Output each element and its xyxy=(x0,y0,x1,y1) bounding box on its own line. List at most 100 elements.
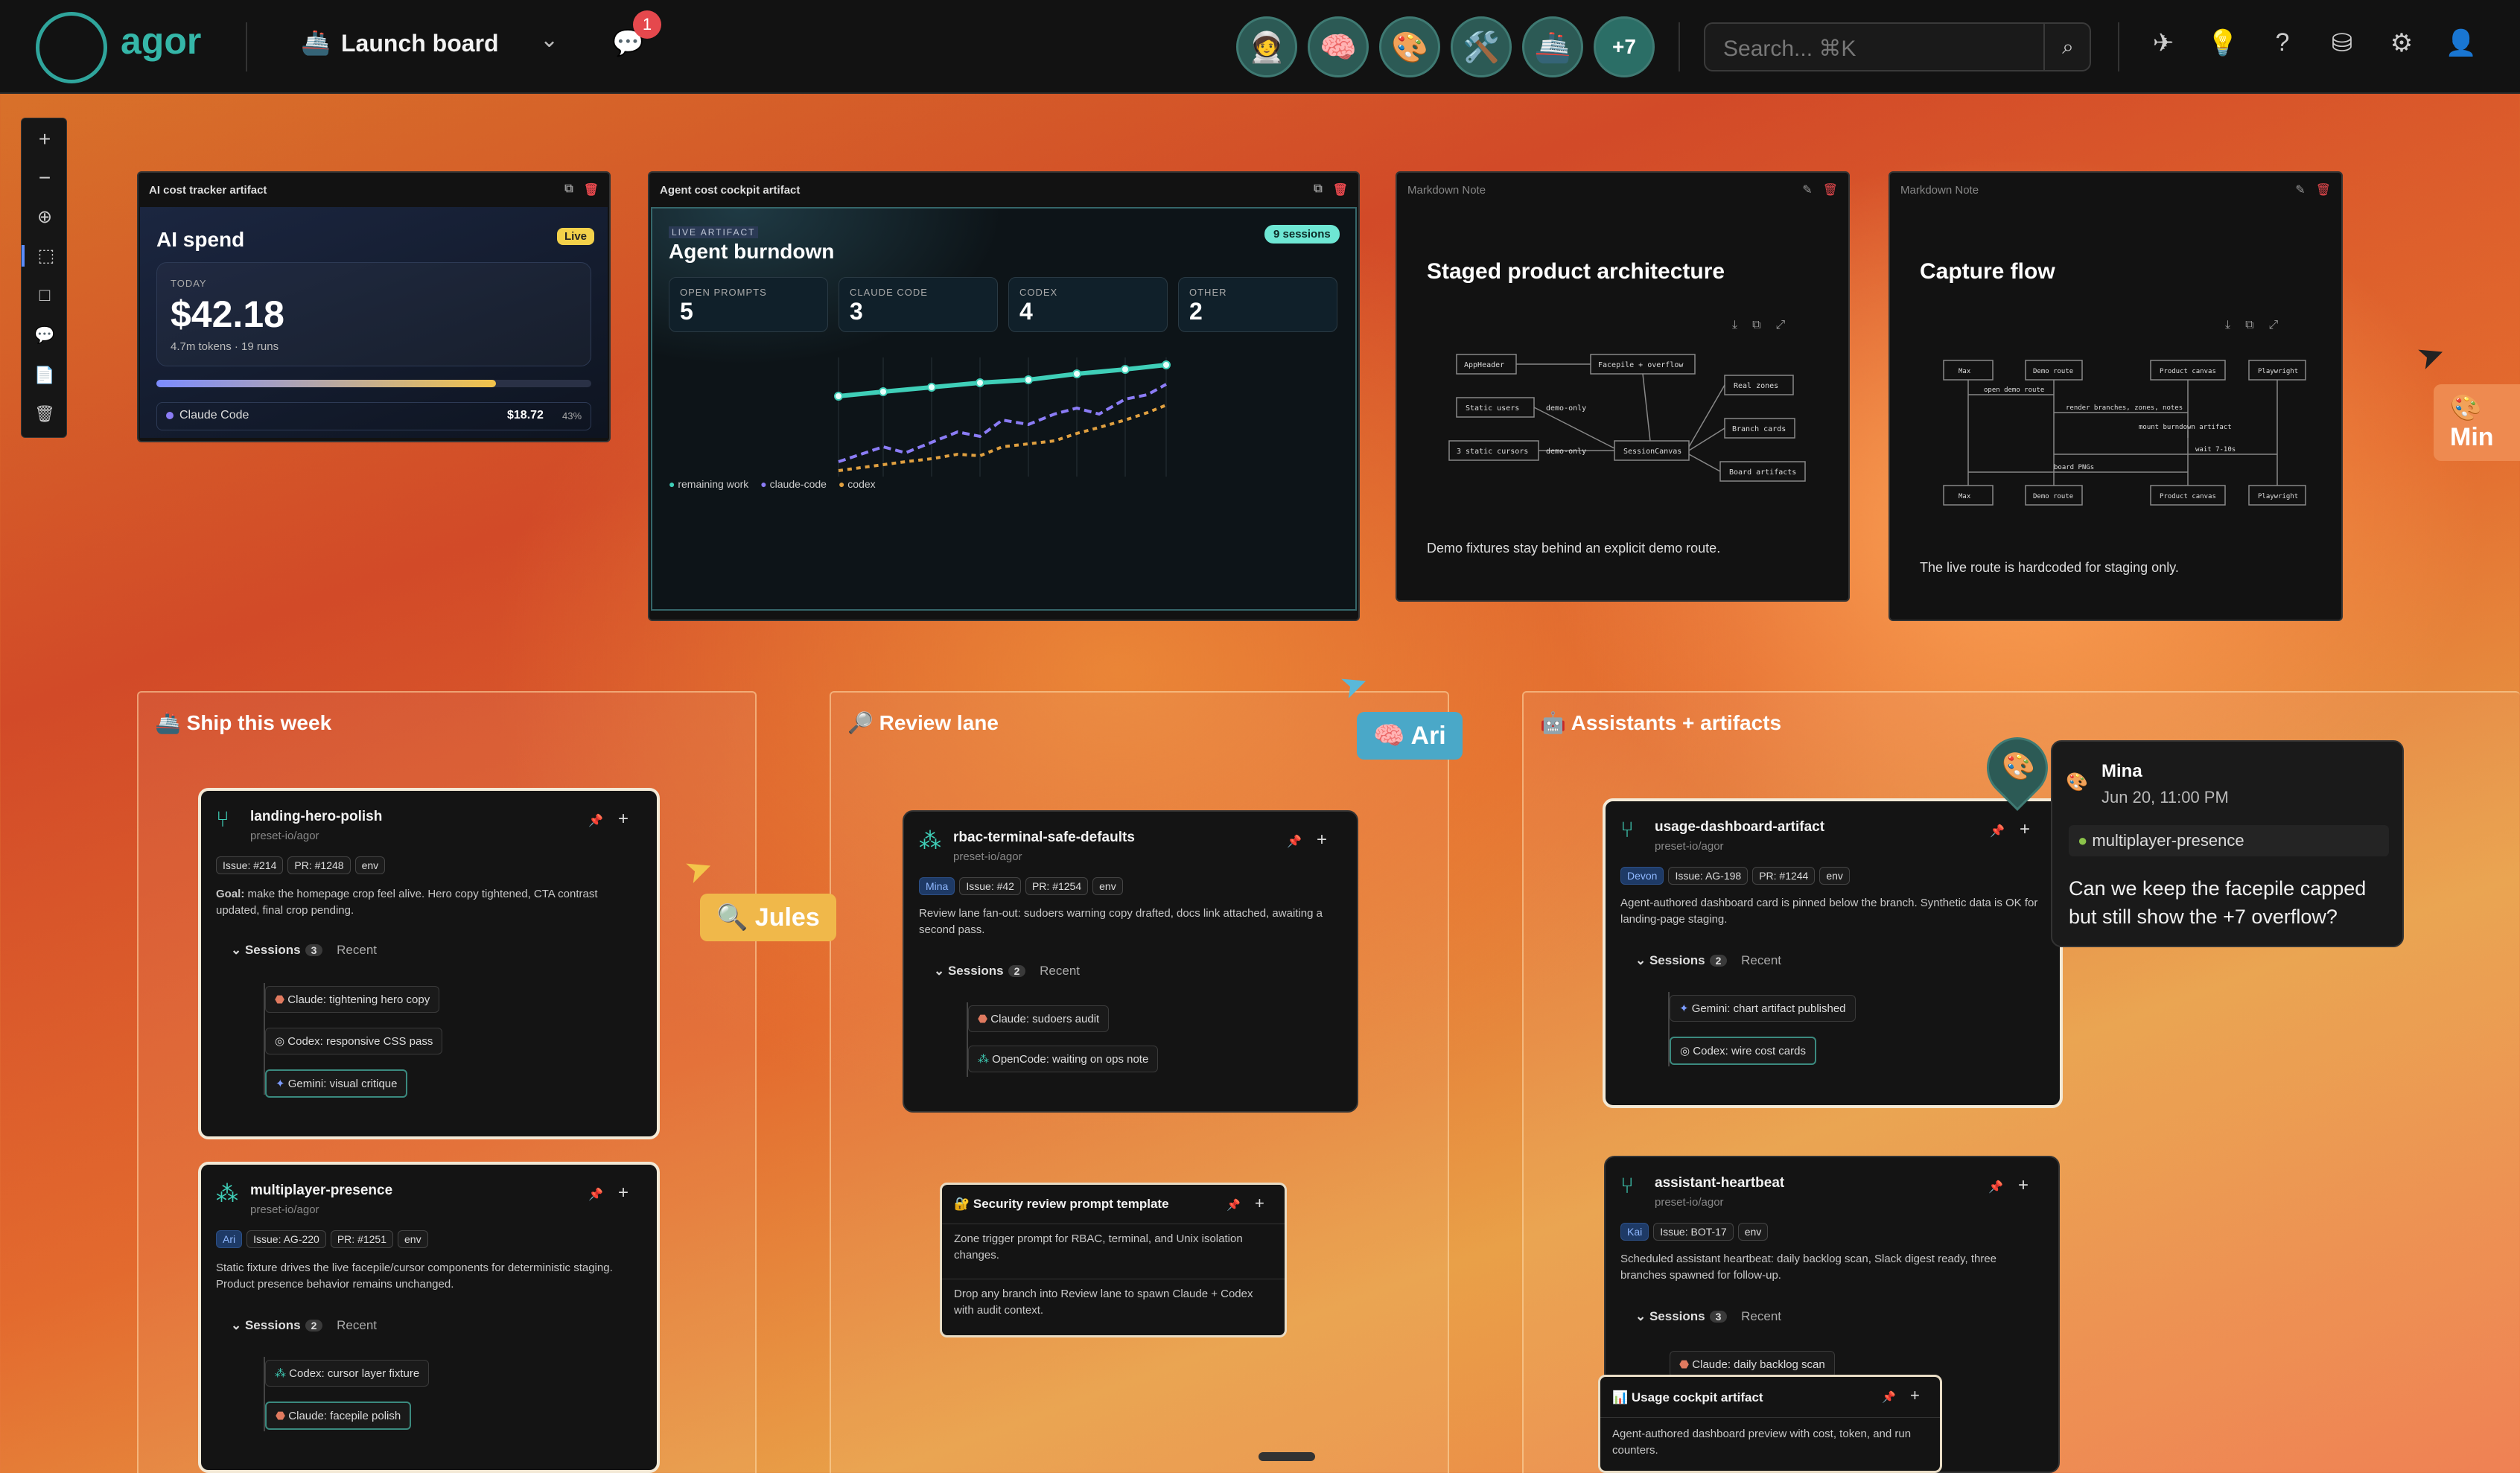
sessions-header[interactable]: ⌄ Sessions 3 Recent xyxy=(1635,1309,1781,1324)
branch-title[interactable]: usage-dashboard-artifact xyxy=(1655,819,1824,836)
trash-icon[interactable]: 🗑 xyxy=(22,404,68,424)
markdown-note-panel[interactable]: Markdown Note ✎ 🗑 Staged product architec… xyxy=(1396,171,1850,602)
fullscreen-icon[interactable]: ⤢ xyxy=(1776,319,1786,332)
add-icon[interactable]: + xyxy=(1910,1386,1920,1405)
download-icon[interactable]: ⤓ xyxy=(1732,319,1737,332)
pin-icon[interactable]: 📌 xyxy=(588,813,603,828)
session-item[interactable]: ✦ Gemini: chart artifact published xyxy=(1670,995,1856,1022)
edit-icon[interactable]: ✎ xyxy=(2295,182,2305,197)
delete-icon[interactable]: 🗑 xyxy=(1333,182,1348,197)
edit-icon[interactable]: ✎ xyxy=(1802,182,1812,197)
search-icon[interactable]: ⌕ xyxy=(2043,22,2091,71)
resize-handle[interactable] xyxy=(1259,1452,1315,1461)
sessions-header[interactable]: ⌄ Sessions 3 Recent xyxy=(231,943,377,958)
avatar[interactable]: 🎨 xyxy=(1379,16,1440,77)
user-tag[interactable]: Kai xyxy=(1620,1223,1649,1241)
pr-tag[interactable]: PR: #1254 xyxy=(1025,877,1089,895)
comment-branch-ref[interactable]: ● multiplayer-presence xyxy=(2069,825,2389,856)
sessions-header[interactable]: ⌄ Sessions 2 Recent xyxy=(934,964,1080,979)
chevron-down-icon[interactable]: ⌄ xyxy=(540,27,559,53)
help-icon[interactable]: ? xyxy=(2264,28,2301,57)
sort-recent[interactable]: Recent xyxy=(337,943,377,957)
sort-recent[interactable]: Recent xyxy=(337,1318,377,1332)
pr-tag[interactable]: PR: #1251 xyxy=(330,1230,394,1248)
comment-popover[interactable]: 🎨 Mina Jun 20, 11:00 PM ● multiplayer-pr… xyxy=(2051,740,2404,947)
session-item[interactable]: ⬣ Claude: facepile polish xyxy=(265,1402,412,1430)
fullscreen-icon[interactable]: ⤢ xyxy=(2269,319,2279,332)
branch-card[interactable]: ⁂ multiplayer-presence preset-io/agor 📌 … xyxy=(198,1162,660,1473)
add-session-icon[interactable]: + xyxy=(618,1183,629,1203)
session-item[interactable]: ⬣ Claude: sudoers audit xyxy=(968,1005,1110,1032)
avatar[interactable]: 🛠️ xyxy=(1451,16,1512,77)
issue-tag[interactable]: Issue: #214 xyxy=(216,856,284,874)
sort-recent[interactable]: Recent xyxy=(1741,953,1781,967)
board-selector[interactable]: Launch board xyxy=(341,30,499,57)
ai-cost-tracker-panel[interactable]: AI cost tracker artifact ⧉ 🗑 AI spend Liv… xyxy=(137,171,611,442)
expand-icon[interactable]: ⧉ xyxy=(564,182,573,197)
branch-card[interactable]: ⑂ usage-dashboard-artifact preset-io/ago… xyxy=(1603,798,2063,1108)
comment-icon[interactable]: 💬 xyxy=(22,325,68,345)
branch-title[interactable]: landing-hero-polish xyxy=(250,809,382,825)
branch-title[interactable]: assistant-heartbeat xyxy=(1655,1175,1784,1192)
paint-bucket-icon[interactable]: ⛁ xyxy=(2323,28,2361,58)
issue-tag[interactable]: Issue: AG-220 xyxy=(246,1230,326,1248)
avatar[interactable]: 🧠 xyxy=(1308,16,1369,77)
delete-icon[interactable]: 🗑 xyxy=(2316,182,2331,197)
add-session-icon[interactable]: + xyxy=(2020,819,2030,840)
pr-tag[interactable]: PR: #1244 xyxy=(1752,867,1816,885)
session-item[interactable]: ✦ Gemini: visual critique xyxy=(265,1069,408,1098)
pin-icon[interactable]: 📌 xyxy=(1882,1390,1896,1404)
user-tag[interactable]: Devon xyxy=(1620,867,1664,885)
session-item[interactable]: ◎ Codex: responsive CSS pass xyxy=(265,1028,443,1054)
expand-icon[interactable]: ⧉ xyxy=(1314,182,1322,197)
zoom-in-icon[interactable]: + xyxy=(22,127,68,151)
env-tag[interactable]: env xyxy=(1819,867,1850,885)
session-item[interactable]: ◎ Codex: wire cost cards xyxy=(1670,1037,1816,1065)
pin-icon[interactable]: 📌 xyxy=(1990,824,2005,839)
download-icon[interactable]: ⤓ xyxy=(2225,319,2230,332)
pin-icon[interactable]: 📌 xyxy=(588,1187,603,1202)
pin-icon[interactable]: 📌 xyxy=(1287,834,1302,849)
pin-icon[interactable]: 📌 xyxy=(1226,1198,1241,1212)
session-item[interactable]: ⁂ OpenCode: waiting on ops note xyxy=(968,1046,1159,1072)
avatar[interactable]: 🚢 xyxy=(1522,16,1583,77)
branch-title[interactable]: multiplayer-presence xyxy=(250,1183,392,1199)
note-icon[interactable]: 📄 xyxy=(22,366,68,385)
delete-icon[interactable]: 🗑 xyxy=(1823,182,1838,197)
env-tag[interactable]: env xyxy=(398,1230,428,1248)
branch-card[interactable]: ⁂ rbac-terminal-safe-defaults preset-io/… xyxy=(903,810,1358,1113)
delete-icon[interactable]: 🗑 xyxy=(584,182,599,197)
user-tag[interactable]: Mina xyxy=(919,877,955,895)
session-item[interactable]: ⬣ Claude: daily backlog scan xyxy=(1670,1351,1835,1378)
sessions-header[interactable]: ⌄ Sessions 2 Recent xyxy=(231,1318,377,1333)
agent-cost-cockpit-panel[interactable]: Agent cost cockpit artifact ⧉ 🗑 LIVE ARTI… xyxy=(648,171,1360,621)
prompt-template-card[interactable]: 🔐 Security review prompt template 📌 + Zo… xyxy=(940,1183,1287,1337)
sessions-header[interactable]: ⌄ Sessions 2 Recent xyxy=(1635,953,1781,968)
zoom-out-icon[interactable]: − xyxy=(22,166,68,190)
search-input[interactable]: Search... ⌘K xyxy=(1704,22,2091,71)
session-item[interactable]: ⁂ Codex: cursor layer fixture xyxy=(265,1360,430,1387)
branch-card[interactable]: ⑂ landing-hero-polish preset-io/agor 📌 +… xyxy=(198,788,660,1139)
env-tag[interactable]: env xyxy=(354,856,386,874)
user-icon[interactable]: 👤 xyxy=(2443,28,2480,58)
markdown-note-panel[interactable]: Markdown Note ✎ 🗑 Capture flow ⤓ ⧉ ⤢ Max De… xyxy=(1889,171,2343,621)
issue-tag[interactable]: Issue: AG-198 xyxy=(1668,867,1749,885)
rocket-icon[interactable]: ✈ xyxy=(2145,28,2182,58)
gear-icon[interactable]: ⚙ xyxy=(2383,28,2420,58)
agor-logo-icon[interactable] xyxy=(36,12,107,83)
add-session-icon[interactable]: + xyxy=(1317,830,1327,850)
sort-recent[interactable]: Recent xyxy=(1040,964,1080,978)
artifact-card[interactable]: 📊 Usage cockpit artifact 📌 + Agent-autho… xyxy=(1598,1375,1942,1473)
sort-recent[interactable]: Recent xyxy=(1741,1309,1781,1323)
branch-title[interactable]: rbac-terminal-safe-defaults xyxy=(953,830,1135,846)
lightbulb-icon[interactable]: 💡 xyxy=(2204,28,2241,58)
issue-tag[interactable]: Issue: #42 xyxy=(959,877,1021,895)
pin-icon[interactable]: 📌 xyxy=(1988,1180,2003,1194)
avatar[interactable]: 🧑‍🚀 xyxy=(1236,16,1297,77)
add-session-icon[interactable]: + xyxy=(618,809,629,830)
session-item[interactable]: ⬣ Claude: tightening hero copy xyxy=(265,986,440,1013)
rectangle-icon[interactable]: □ xyxy=(22,285,68,306)
env-tag[interactable]: env xyxy=(1092,877,1123,895)
issue-tag[interactable]: Issue: BOT-17 xyxy=(1653,1223,1734,1241)
zoom-fit-icon[interactable]: ⊕ xyxy=(22,206,68,228)
